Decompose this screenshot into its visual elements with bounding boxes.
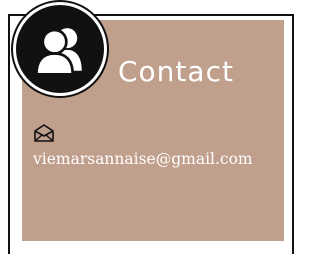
envelope-icon xyxy=(34,124,54,142)
contact-title: Contact xyxy=(118,55,234,88)
email-link[interactable]: viemarsannaise@gmail.com xyxy=(33,147,278,171)
users-avatar xyxy=(13,2,107,96)
users-icon xyxy=(35,28,82,76)
